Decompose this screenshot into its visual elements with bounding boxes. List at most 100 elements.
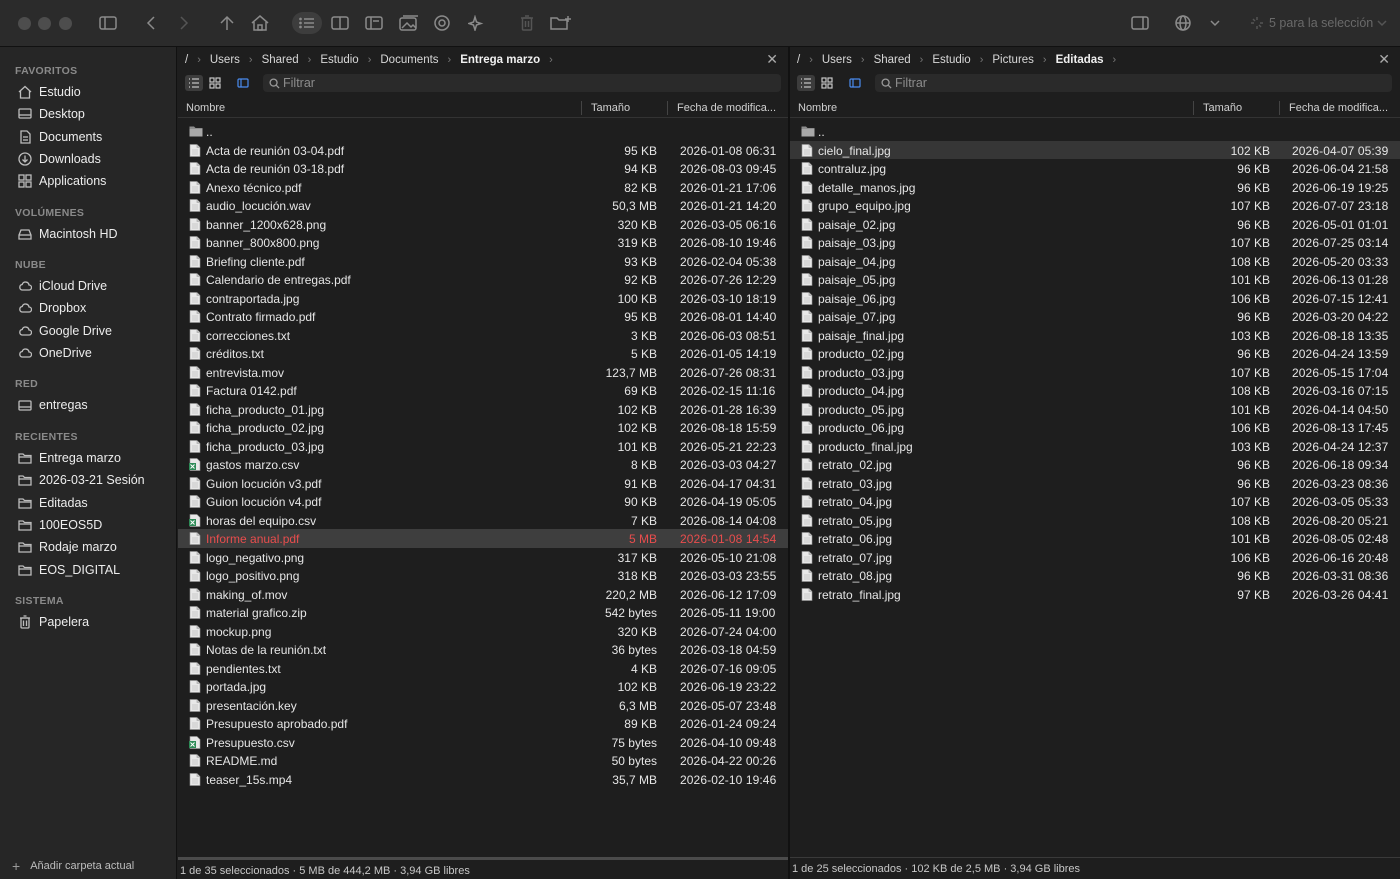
sidebar-item-applications[interactable]: Applications bbox=[18, 171, 106, 191]
file-row[interactable]: logo_negativo.png 317 KB 2026-05-10 21:08 bbox=[178, 548, 788, 567]
column-date[interactable]: Fecha de modifica... bbox=[677, 102, 776, 114]
file-row[interactable]: Informe anual.pdf 5 MB 2026-01-08 14:54 bbox=[178, 529, 788, 548]
file-row[interactable]: Calendario de entregas.pdf 92 KB 2026-07-2… bbox=[178, 270, 788, 289]
column-separator[interactable] bbox=[1193, 101, 1194, 115]
file-row[interactable]: presentación.key 6,3 MB 2026-05-07 23:48 bbox=[178, 696, 788, 715]
breadcrumb-item[interactable]: Pictures › bbox=[992, 54, 1055, 66]
breadcrumb-item[interactable]: Estudio › bbox=[932, 54, 992, 66]
column-name[interactable]: Nombre bbox=[798, 102, 837, 114]
sidebar-item-google-drive[interactable]: Google Drive bbox=[18, 321, 112, 341]
file-row[interactable]: entrevista.mov 123,7 MB 2026-07-26 08:31 bbox=[178, 363, 788, 382]
file-row[interactable]: paisaje_06.jpg 106 KB 2026-07-15 12:41 bbox=[790, 289, 1400, 308]
file-row[interactable]: audio_locución.wav 50,3 MB 2026-01-21 14:2… bbox=[178, 196, 788, 215]
filter-input[interactable]: Filtrar bbox=[263, 74, 781, 92]
parent-folder-row[interactable]: .. bbox=[790, 122, 1400, 141]
file-row[interactable]: horas del equipo.csv 7 KB 2026-08-14 04:08 bbox=[178, 511, 788, 530]
file-row[interactable]: grupo_equipo.jpg 107 KB 2026-07-07 23:18 bbox=[790, 196, 1400, 215]
grid-view-toggle-icon[interactable] bbox=[206, 75, 224, 91]
file-row[interactable]: paisaje_02.jpg 96 KB 2026-05-01 01:01 bbox=[790, 215, 1400, 234]
list-view-toggle-icon[interactable] bbox=[185, 75, 203, 91]
filter-input[interactable]: Filtrar bbox=[875, 74, 1392, 92]
sidebar-item-entrega-marzo[interactable]: Entrega marzo bbox=[18, 448, 121, 468]
breadcrumb-item[interactable]: Shared › bbox=[874, 54, 933, 66]
file-row[interactable]: contraportada.jpg 100 KB 2026-03-10 18:19 bbox=[178, 289, 788, 308]
back-icon[interactable] bbox=[142, 12, 160, 34]
selection-chevron-down-icon[interactable] bbox=[1377, 12, 1387, 34]
grid-view-toggle-icon[interactable] bbox=[818, 75, 836, 91]
up-arrow-icon[interactable] bbox=[217, 12, 237, 34]
file-row[interactable]: Factura 0142.pdf 69 KB 2026-02-15 11:16 bbox=[178, 381, 788, 400]
zoom-window-button[interactable] bbox=[59, 17, 72, 30]
file-row[interactable]: Acta de reunión 03-18.pdf 94 KB 2026-08-03… bbox=[178, 159, 788, 178]
preview-toggle-icon[interactable] bbox=[846, 75, 864, 91]
column-size[interactable]: Tamaño bbox=[591, 102, 630, 114]
breadcrumb-item[interactable]: Documents › bbox=[380, 54, 460, 66]
file-row[interactable]: Acta de reunión 03-04.pdf 95 KB 2026-01-08… bbox=[178, 141, 788, 160]
file-row[interactable]: detalle_manos.jpg 96 KB 2026-06-19 19:25 bbox=[790, 178, 1400, 197]
breadcrumb-item[interactable]: Editadas › bbox=[1056, 54, 1126, 66]
minimize-window-button[interactable] bbox=[38, 17, 51, 30]
list-view-icon[interactable] bbox=[292, 12, 322, 34]
add-current-folder-button[interactable]: + Añadir carpeta actual bbox=[12, 858, 134, 874]
file-row[interactable]: Guion locución v4.pdf 90 KB 2026-04-19 05:… bbox=[178, 492, 788, 511]
file-row[interactable]: ficha_producto_02.jpg 102 KB 2026-08-18 15… bbox=[178, 418, 788, 437]
file-row[interactable]: Contrato firmado.pdf 95 KB 2026-08-01 14:4… bbox=[178, 307, 788, 326]
file-row[interactable]: paisaje_final.jpg 103 KB 2026-08-18 13:35 bbox=[790, 326, 1400, 345]
file-row[interactable]: Briefing cliente.pdf 93 KB 2026-02-04 05:3… bbox=[178, 252, 788, 271]
file-row[interactable]: retrato_final.jpg 97 KB 2026-03-26 04:41 bbox=[790, 585, 1400, 604]
sidebar-item-desktop[interactable]: Desktop bbox=[18, 104, 85, 124]
file-row[interactable]: banner_1200x628.png 320 KB 2026-03-05 06:1… bbox=[178, 215, 788, 234]
file-row[interactable]: producto_final.jpg 103 KB 2026-04-24 12:37 bbox=[790, 437, 1400, 456]
file-row[interactable]: cielo_final.jpg 102 KB 2026-04-07 05:39 bbox=[790, 140, 1400, 159]
sidebar-item-eos-digital[interactable]: EOS_DIGITAL bbox=[18, 560, 120, 580]
home-icon[interactable] bbox=[249, 12, 271, 34]
file-row[interactable]: portada.jpg 102 KB 2026-06-19 23:22 bbox=[178, 677, 788, 696]
breadcrumb-item[interactable]: Estudio › bbox=[320, 54, 380, 66]
file-row[interactable]: pendientes.txt 4 KB 2026-07-16 09:05 bbox=[178, 659, 788, 678]
breadcrumb-item[interactable]: / › bbox=[185, 54, 210, 66]
breadcrumb-item[interactable]: Users › bbox=[822, 54, 874, 66]
breadcrumb-item[interactable]: Shared › bbox=[262, 54, 321, 66]
column-separator[interactable] bbox=[1279, 101, 1280, 115]
parent-folder-row[interactable]: .. bbox=[178, 122, 788, 141]
file-row[interactable]: producto_03.jpg 107 KB 2026-05-15 17:04 bbox=[790, 363, 1400, 382]
file-row[interactable]: Guion locución v3.pdf 91 KB 2026-04-17 04:… bbox=[178, 474, 788, 493]
file-row[interactable]: banner_800x800.png 319 KB 2026-08-10 19:46 bbox=[178, 233, 788, 252]
file-row[interactable]: producto_04.jpg 108 KB 2026-03-16 07:15 bbox=[790, 381, 1400, 400]
column-name[interactable]: Nombre bbox=[186, 102, 225, 114]
file-row[interactable]: producto_02.jpg 96 KB 2026-04-24 13:59 bbox=[790, 344, 1400, 363]
sidebar-toggle-icon[interactable] bbox=[96, 12, 120, 34]
file-row[interactable]: créditos.txt 5 KB 2026-01-05 14:19 bbox=[178, 344, 788, 363]
sparkle-icon[interactable] bbox=[466, 12, 486, 34]
file-row[interactable]: teaser_15s.mp4 35,7 MB 2026-02-10 19:46 bbox=[178, 770, 788, 789]
file-row[interactable]: retrato_07.jpg 106 KB 2026-06-16 20:48 bbox=[790, 548, 1400, 567]
list-view-toggle-icon[interactable] bbox=[797, 75, 815, 91]
file-row[interactable]: contraluz.jpg 96 KB 2026-06-04 21:58 bbox=[790, 159, 1400, 178]
close-pane-icon[interactable]: ✕ bbox=[766, 51, 778, 68]
file-row[interactable]: ficha_producto_01.jpg 102 KB 2026-01-28 16… bbox=[178, 400, 788, 419]
quick-look-icon[interactable] bbox=[432, 12, 452, 34]
file-row[interactable]: retrato_03.jpg 96 KB 2026-03-23 08:36 bbox=[790, 474, 1400, 493]
file-row[interactable]: correcciones.txt 3 KB 2026-06-03 08:51 bbox=[178, 326, 788, 345]
breadcrumb-item[interactable]: Entrega marzo › bbox=[460, 54, 562, 66]
column-separator[interactable] bbox=[581, 101, 582, 115]
file-row[interactable]: paisaje_03.jpg 107 KB 2026-07-25 03:14 bbox=[790, 233, 1400, 252]
file-row[interactable]: producto_06.jpg 106 KB 2026-08-13 17:45 bbox=[790, 418, 1400, 437]
sidebar-item-downloads[interactable]: Downloads bbox=[18, 149, 101, 169]
file-row[interactable]: paisaje_07.jpg 96 KB 2026-03-20 04:22 bbox=[790, 307, 1400, 326]
file-row[interactable]: mockup.png 320 KB 2026-07-24 04:00 bbox=[178, 622, 788, 641]
preview-pane-icon[interactable] bbox=[364, 12, 384, 34]
close-window-button[interactable] bbox=[18, 17, 31, 30]
new-folder-icon[interactable] bbox=[549, 12, 573, 34]
gallery-icon[interactable] bbox=[398, 12, 420, 34]
file-row[interactable]: ficha_producto_03.jpg 101 KB 2026-05-21 22… bbox=[178, 437, 788, 456]
sidebar-item-dropbox[interactable]: Dropbox bbox=[18, 298, 86, 318]
column-size[interactable]: Tamaño bbox=[1203, 102, 1242, 114]
file-row[interactable]: producto_05.jpg 101 KB 2026-04-14 04:50 bbox=[790, 400, 1400, 419]
breadcrumb-item[interactable]: / › bbox=[797, 54, 822, 66]
preview-toggle-icon[interactable] bbox=[234, 75, 252, 91]
file-row[interactable]: making_of.mov 220,2 MB 2026-06-12 17:09 bbox=[178, 585, 788, 604]
column-date[interactable]: Fecha de modifica... bbox=[1289, 102, 1388, 114]
sidebar-item-2026-03-21-sesi-n[interactable]: 2026-03-21 Sesión bbox=[18, 470, 145, 490]
file-row[interactable]: logo_positivo.png 318 KB 2026-03-03 23:55 bbox=[178, 566, 788, 585]
